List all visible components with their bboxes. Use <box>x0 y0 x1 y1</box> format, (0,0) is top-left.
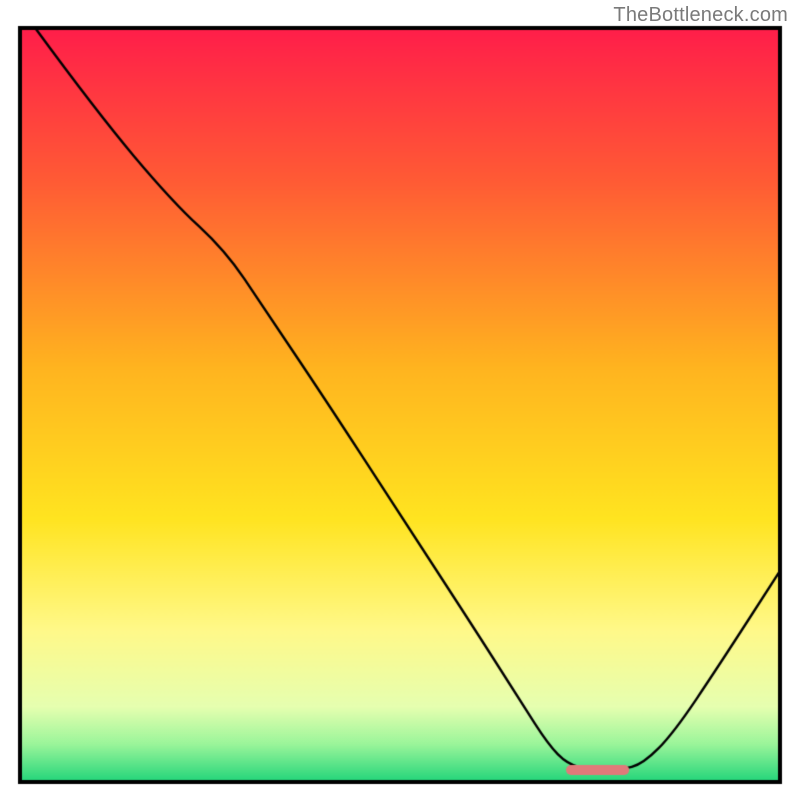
chart-container: TheBottleneck.com <box>0 0 800 800</box>
bottleneck-chart-canvas <box>0 0 800 800</box>
